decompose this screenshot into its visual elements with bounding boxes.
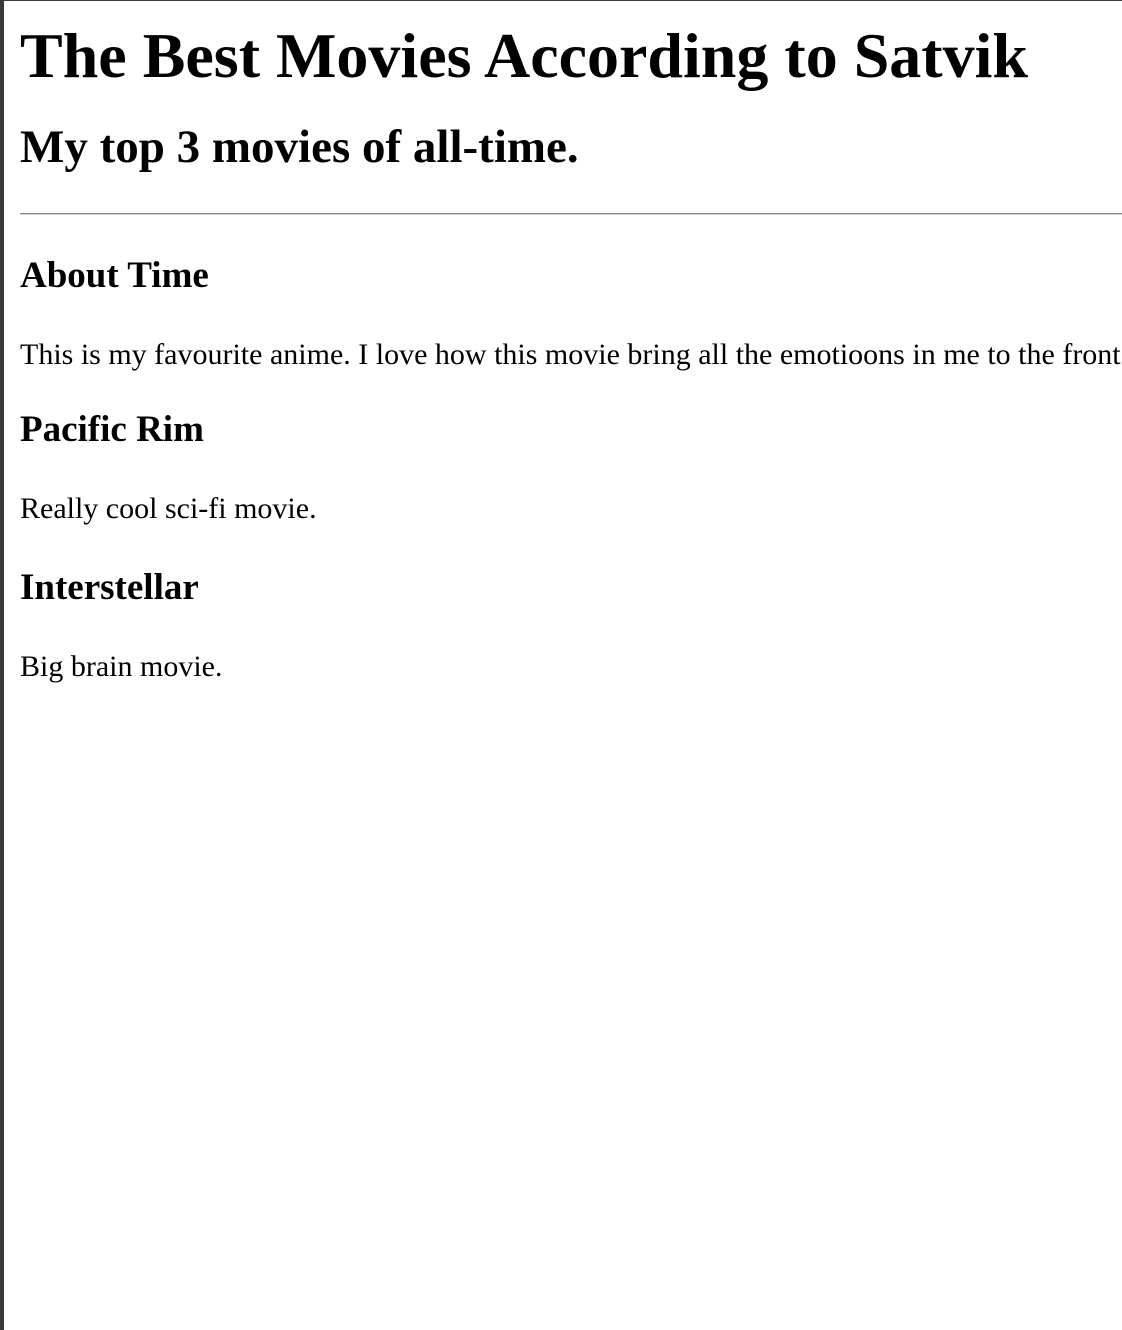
movie-list: About Time This is my favourite anime. I…: [20, 257, 1122, 685]
window-left-edge: [0, 0, 4, 1330]
page-title: The Best Movies According to Satvik: [20, 20, 1028, 91]
movie-title: Pacific Rim: [20, 409, 204, 450]
movie-description: Really cool sci-fi movie.: [20, 492, 317, 525]
page-subtitle: My top 3 movies of all-time.: [20, 121, 579, 173]
movie-item: Pacific Rim Really cool sci-fi movie.: [20, 411, 1122, 527]
movie-description: This is my favourite anime. I love how t…: [20, 338, 1122, 371]
movie-title: About Time: [20, 255, 209, 296]
movie-item: Interstellar Big brain movie.: [20, 569, 1122, 685]
movie-description: Big brain movie.: [20, 650, 223, 683]
movie-title: Interstellar: [20, 567, 199, 608]
page-content: The Best Movies According to Satvik My t…: [20, 0, 1122, 685]
horizontal-divider: [20, 213, 1122, 215]
movie-item: About Time This is my favourite anime. I…: [20, 257, 1122, 373]
